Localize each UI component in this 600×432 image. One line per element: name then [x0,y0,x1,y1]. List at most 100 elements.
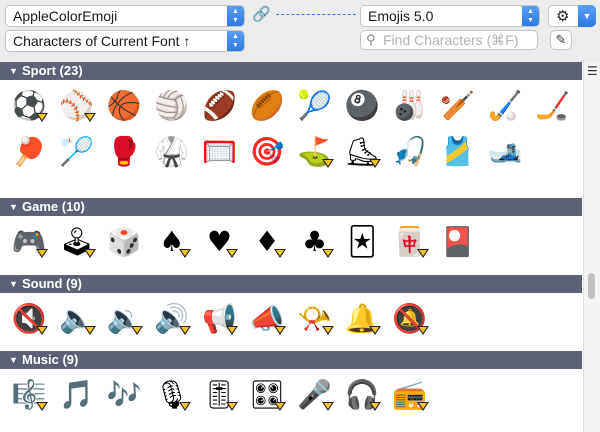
character-cell[interactable]: 🎼 [9,375,49,415]
character-cell[interactable]: 📢 [199,299,239,339]
variant-indicator-icon[interactable] [36,249,48,258]
edit-button[interactable]: ✎ [550,30,572,50]
variant-indicator-icon[interactable] [178,249,191,258]
disclosure-triangle-icon[interactable]: ▼ [9,62,18,80]
scrollbar[interactable]: ☰ [583,62,600,432]
character-cell[interactable]: 🏸 [57,132,97,172]
character-cell[interactable]: 🏓 [9,132,49,172]
character-cell[interactable]: 🃏 [342,222,382,262]
character-cell[interactable]: 🎽 [437,132,477,172]
character-cell[interactable]: ⚽ [9,86,49,126]
variant-indicator-icon[interactable] [321,402,334,411]
font-select-stepper-icon[interactable]: ▲ ▼ [227,6,244,26]
character-cell[interactable]: 🎚 [199,375,239,415]
character-cell[interactable]: 🎱 [342,86,382,126]
character-cell[interactable]: 🥅 [199,132,239,172]
variant-indicator-icon[interactable] [36,326,48,335]
section-header[interactable]: ▼ Sound (9) [0,275,582,293]
character-cell[interactable]: 🎵 [57,375,97,415]
filter-select-stepper-icon[interactable]: ▲ ▼ [227,31,244,51]
character-cell[interactable]: 🎧 [342,375,382,415]
character-cell[interactable]: 🎯 [247,132,287,172]
character-cell[interactable]: 🥋 [152,132,192,172]
variant-indicator-icon[interactable] [131,326,144,335]
character-cell[interactable]: 🔇 [9,299,49,339]
variant-indicator-icon[interactable] [83,249,96,258]
character-cell[interactable]: ⛳ [295,132,335,172]
section-header[interactable]: ▼ Sport (23) [0,62,582,80]
variant-indicator-icon[interactable] [178,326,191,335]
character-cell[interactable]: 🕹 [57,222,97,262]
character-cell[interactable]: 🎳 [390,86,430,126]
character-cell[interactable]: 🎾 [295,86,335,126]
scroll-thumb[interactable] [588,273,595,299]
character-cell[interactable]: 📯 [295,299,335,339]
variant-indicator-icon[interactable] [416,402,429,411]
section-header[interactable]: ▼ Music (9) [0,351,582,369]
character-cell[interactable]: 🎴 [437,222,477,262]
variant-indicator-icon[interactable] [178,402,191,411]
font-select[interactable]: AppleColorEmoji ▲ ▼ [5,5,245,27]
search-field[interactable]: ⚲ Find Characters (⌘F) [360,30,538,50]
character-cell[interactable]: 📣 [247,299,287,339]
variant-indicator-icon[interactable] [226,249,239,258]
character-cell[interactable]: 🎮 [9,222,49,262]
variant-indicator-icon[interactable] [321,249,334,258]
character-cell[interactable]: 🎿 [485,132,525,172]
variant-indicator-icon[interactable] [83,113,96,122]
variant-indicator-icon[interactable] [226,326,239,335]
character-cell[interactable]: 🏐 [152,86,192,126]
variant-indicator-icon[interactable] [369,326,382,335]
character-cell[interactable]: ♣ [295,222,335,262]
character-cell[interactable]: ♦ [247,222,287,262]
character-cell[interactable]: 🔕 [390,299,430,339]
character-cell[interactable]: ♠ [152,222,192,262]
character-cell[interactable]: 🏑 [485,86,525,126]
variant-indicator-icon[interactable] [416,326,429,335]
variant-indicator-icon[interactable] [321,326,334,335]
character-cell[interactable]: 🔊 [152,299,192,339]
character-cell[interactable]: ♥ [199,222,239,262]
character-cell[interactable]: 🎣 [390,132,430,172]
disclosure-triangle-icon[interactable]: ▼ [9,198,18,216]
character-cell[interactable]: 🔔 [342,299,382,339]
character-cell[interactable]: 🎶 [104,375,144,415]
character-cell[interactable]: ⚾ [57,86,97,126]
character-cell[interactable]: 🏀 [104,86,144,126]
disclosure-triangle-icon[interactable]: ▼ [9,351,18,369]
character-cell[interactable]: 🏉 [247,86,287,126]
section-header[interactable]: ▼ Game (10) [0,198,582,216]
character-cell[interactable]: 🎙 [152,375,192,415]
variant-indicator-icon[interactable] [416,249,429,258]
character-cell[interactable]: 🥊 [104,132,144,172]
character-cell[interactable]: 🎤 [295,375,335,415]
variant-indicator-icon[interactable] [36,402,48,411]
variant-indicator-icon[interactable] [274,249,286,258]
character-cell[interactable]: 🀄 [390,222,430,262]
character-cell[interactable]: 📻 [390,375,430,415]
character-cell[interactable]: 🔈 [57,299,97,339]
variant-indicator-icon[interactable] [369,402,382,411]
variant-indicator-icon[interactable] [274,402,286,411]
link-icon[interactable]: 🔗 [252,6,271,24]
variant-indicator-icon[interactable] [226,402,239,411]
action-menu-button[interactable]: ⚙ ▼ [548,5,596,27]
version-select[interactable]: Emojis 5.0 ▲ ▼ [360,5,540,27]
variant-indicator-icon[interactable] [321,159,334,168]
variant-indicator-icon[interactable] [369,159,382,168]
chevron-down-icon[interactable]: ▼ [578,5,596,27]
version-select-stepper-icon[interactable]: ▲ ▼ [522,6,539,26]
disclosure-triangle-icon[interactable]: ▼ [9,275,18,293]
variant-indicator-icon[interactable] [274,326,286,335]
character-cell[interactable]: 🏏 [437,86,477,126]
character-cell[interactable]: 🏒 [533,86,573,126]
variant-indicator-icon[interactable] [83,326,96,335]
character-cell[interactable]: 🎛 [247,375,287,415]
filter-select[interactable]: Characters of Current Font ↑ ▲ ▼ [5,30,245,52]
character-cell[interactable]: 🏈 [199,86,239,126]
character-cell[interactable]: 🔉 [104,299,144,339]
list-view-icon[interactable]: ☰ [587,64,598,78]
variant-indicator-icon[interactable] [36,113,48,122]
character-cell[interactable]: ⛸ [342,132,382,172]
character-cell[interactable]: 🎲 [104,222,144,262]
